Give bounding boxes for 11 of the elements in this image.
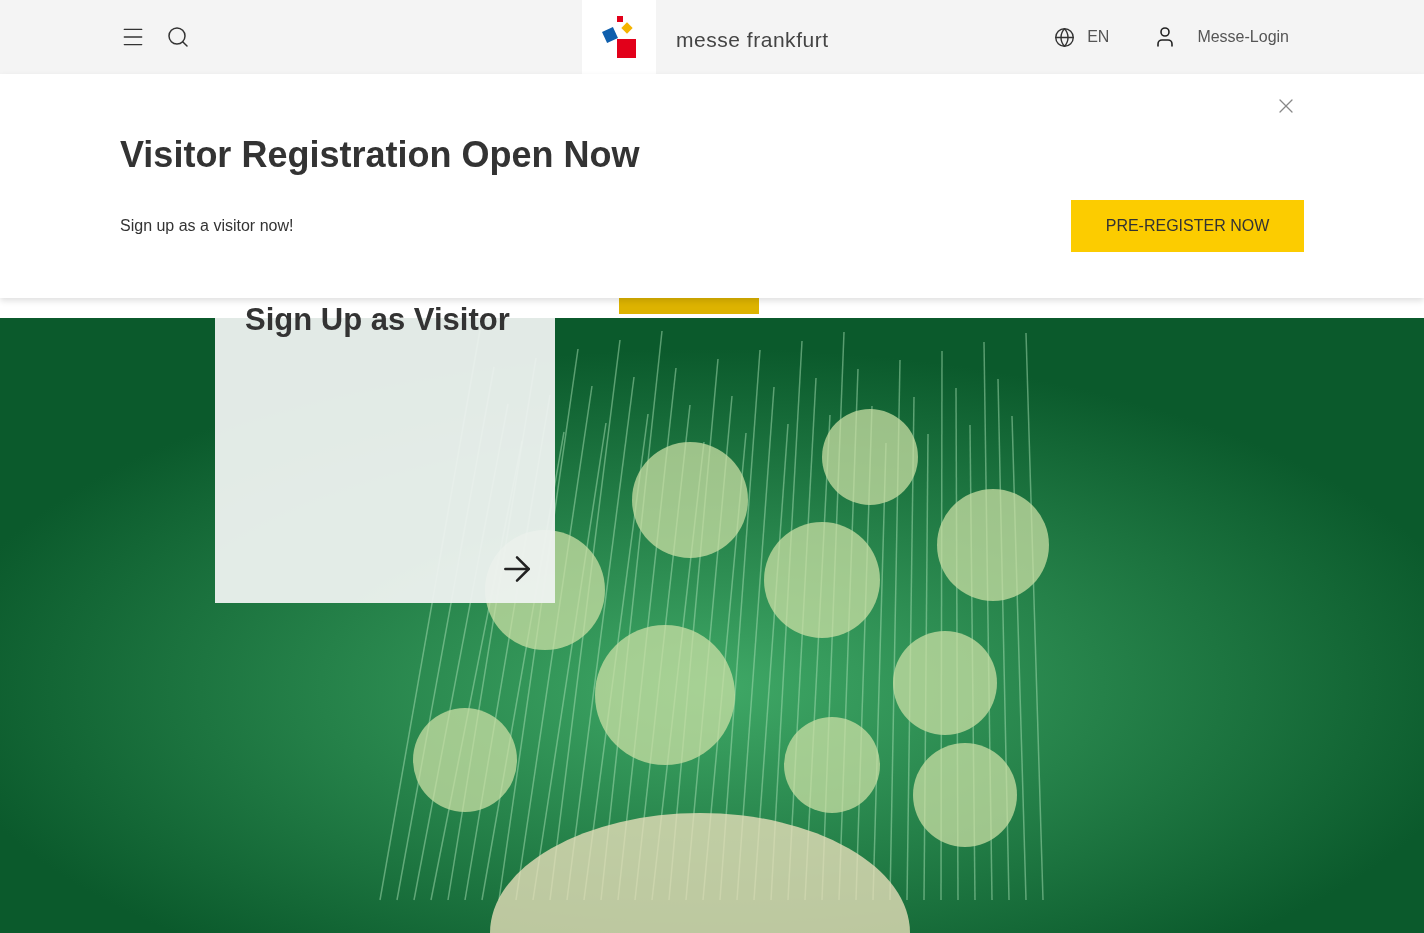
search-button[interactable] bbox=[166, 25, 190, 49]
brand-name[interactable]: messe frankfurt bbox=[676, 24, 829, 56]
search-icon bbox=[166, 25, 190, 49]
globe-icon bbox=[1054, 26, 1076, 48]
card-title: Sign Up as Visitor bbox=[245, 301, 510, 339]
banner-title: Visitor Registration Open Now bbox=[120, 134, 640, 176]
logo-icon bbox=[601, 14, 637, 60]
login-button[interactable]: Messe-Login bbox=[1153, 25, 1289, 49]
language-button[interactable]: EN bbox=[1054, 25, 1110, 49]
pre-register-button[interactable]: PRE-REGISTER NOW bbox=[1071, 200, 1304, 252]
banner-text: Sign up as a visitor now! bbox=[120, 216, 294, 236]
